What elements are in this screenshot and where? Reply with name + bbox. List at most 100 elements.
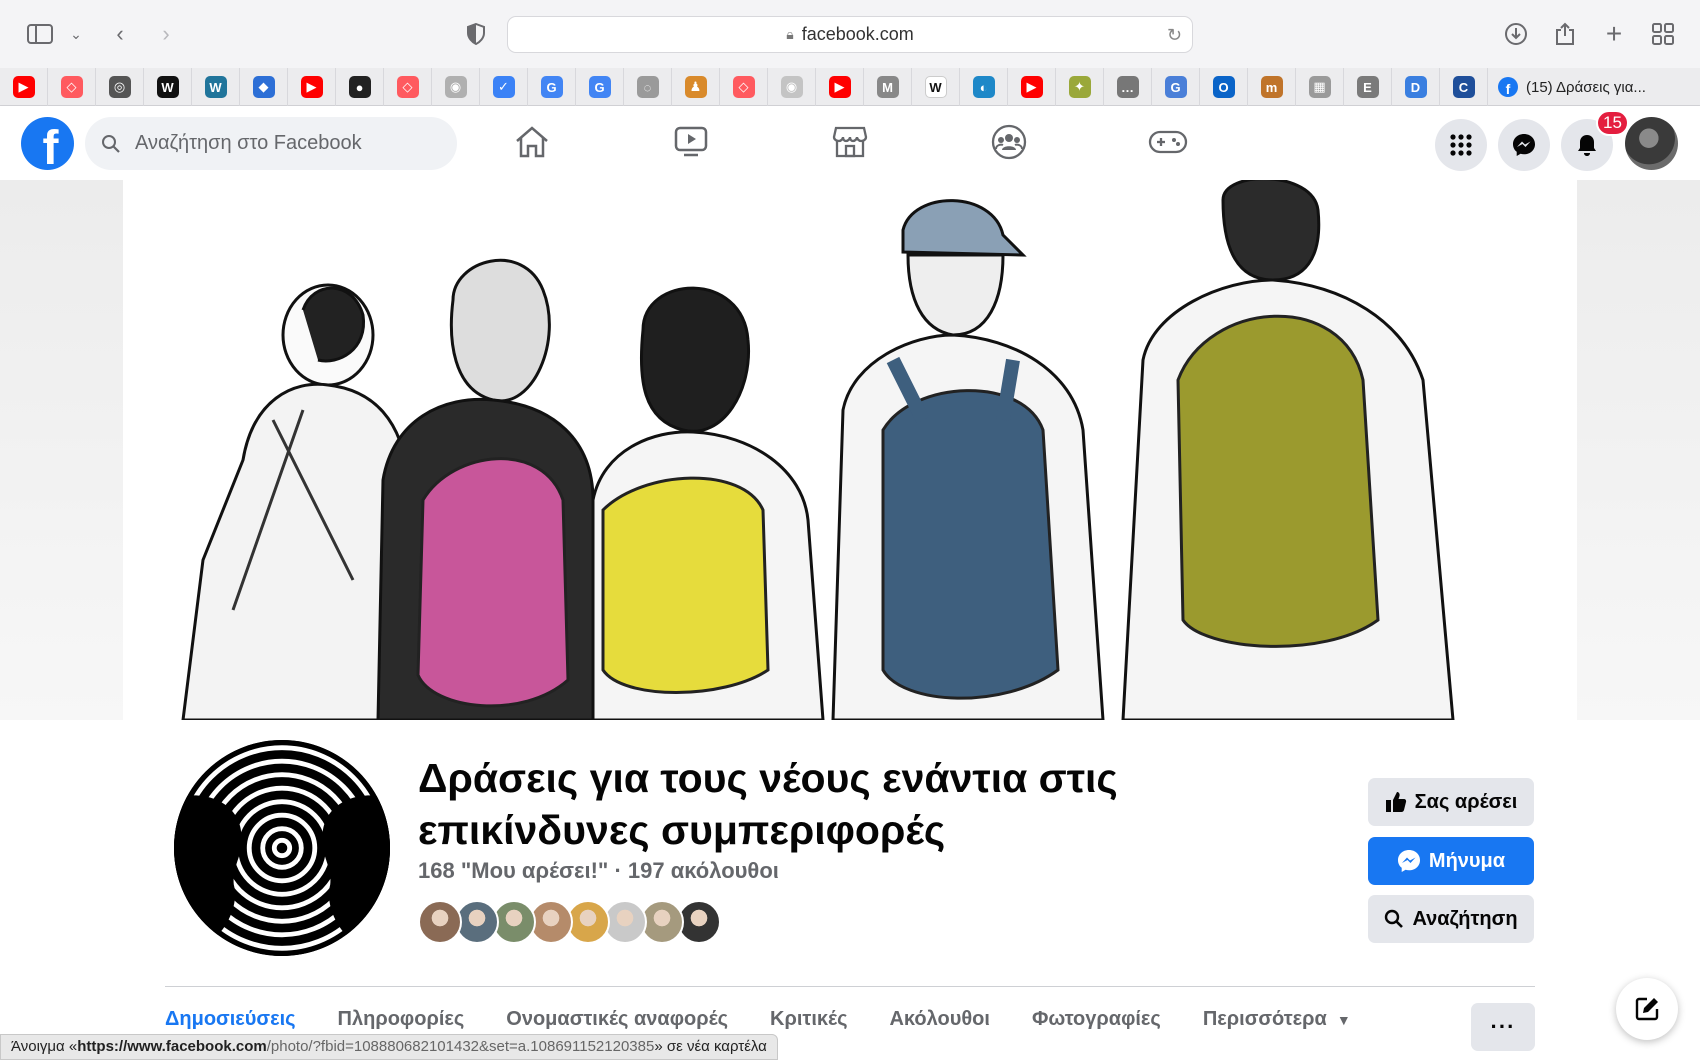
bookmark-item[interactable]: E [1344, 68, 1392, 106]
tab-item[interactable]: Φωτογραφίες [1032, 1008, 1161, 1048]
youtube-icon: ▶ [1020, 76, 1043, 98]
bookmark-item[interactable]: W [912, 68, 960, 106]
address-bar-url: facebook.com [801, 24, 914, 44]
facebook-logo-icon[interactable]: f [21, 117, 74, 170]
groups-icon[interactable] [987, 122, 1031, 162]
chevron-down-icon[interactable]: ⌄ [60, 18, 92, 50]
tab-label: Πληροφορίες [337, 1008, 465, 1030]
link-status-bar: Άνοιγμα «https://www.facebook.com/photo/… [0, 1034, 778, 1060]
tab-facebook-page[interactable]: f (15) Δράσεις για... [1498, 68, 1700, 106]
bookmark-item[interactable]: ▦ [1296, 68, 1344, 106]
tab-title: (15) Δράσεις για... [1526, 78, 1646, 96]
new-tab-icon[interactable]: + [1598, 18, 1630, 50]
gaming-icon[interactable] [1146, 122, 1190, 162]
thumbs-up-icon [1385, 791, 1407, 813]
bookmark-item[interactable]: M [864, 68, 912, 106]
tab-overview-icon[interactable] [1647, 18, 1679, 50]
messenger-button[interactable] [1498, 119, 1550, 171]
bookmark-item[interactable]: D [1392, 68, 1440, 106]
address-bar[interactable]: 🔒︎ facebook.com ↻ [507, 16, 1193, 53]
menu-grid-button[interactable] [1435, 119, 1487, 171]
bookmark-item[interactable]: ◎ [96, 68, 144, 106]
tab-label: Ακόλουθοι [889, 1008, 990, 1030]
account-avatar[interactable] [1625, 117, 1678, 170]
bookmark-item[interactable]: O [1200, 68, 1248, 106]
bookmark-item[interactable]: C [1440, 68, 1488, 106]
messenger-icon [1513, 134, 1535, 156]
bookmark-item[interactable]: ◇ [720, 68, 768, 106]
tab-item[interactable]: Ακόλουθοι [889, 1008, 989, 1048]
bookmark-item[interactable]: G [576, 68, 624, 106]
map-pin-icon: ◆ [252, 76, 275, 98]
share-icon[interactable] [1549, 18, 1581, 50]
new-message-button[interactable] [1616, 978, 1678, 1040]
youtube-icon: ▶ [828, 76, 851, 98]
bookmark-item[interactable]: ◇ [384, 68, 432, 106]
search-icon [102, 134, 120, 153]
home-icon[interactable] [510, 122, 554, 162]
page-profile-picture[interactable] [170, 736, 394, 960]
watch-video-icon[interactable] [669, 122, 713, 162]
bookmark-item[interactable]: ▶ [816, 68, 864, 106]
compose-icon [1635, 997, 1659, 1021]
notification-count-badge: 15 [1596, 110, 1629, 136]
back-icon[interactable]: ‹ [104, 18, 136, 50]
pinterest-icon: ◌ [636, 76, 659, 98]
youtube-icon: ▶ [12, 76, 35, 98]
download-icon[interactable] [1500, 18, 1532, 50]
message-button[interactable]: Μήνυμα [1368, 837, 1534, 885]
facebook-search-input[interactable]: Αναζήτηση στο Facebook [85, 117, 457, 170]
facebook-header: f Αναζήτηση στο Facebook [0, 106, 1700, 180]
shield-icon[interactable] [460, 18, 492, 50]
facebook-favicon-icon: f [1498, 77, 1518, 97]
friend-avatar[interactable] [418, 900, 462, 944]
seal-icon: ◉ [444, 76, 467, 98]
bookmark-item[interactable]: ✦ [1056, 68, 1104, 106]
page-stats[interactable]: 168 "Μου αρέσει!" · 197 ακόλουθοι [418, 858, 779, 884]
bookmark-item[interactable]: ◌ [624, 68, 672, 106]
bookmark-item[interactable]: ◉ [768, 68, 816, 106]
like-page-button[interactable]: Σας αρέσει [1368, 778, 1534, 826]
sidebar-toggle-icon[interactable] [24, 18, 56, 50]
bookmark-item[interactable]: ● [336, 68, 384, 106]
tabs-divider [165, 986, 1535, 987]
status-url-path: /photo/?fbid=108880682101432&set=a.10869… [266, 1038, 655, 1055]
like-button-label: Σας αρέσει [1414, 790, 1518, 813]
bookmark-item[interactable]: ▶ [1008, 68, 1056, 106]
bookmark-item[interactable]: m [1248, 68, 1296, 106]
bookmark-item[interactable]: ♟ [672, 68, 720, 106]
bookmark-item[interactable]: W [192, 68, 240, 106]
bookmark-item[interactable]: ◉ [432, 68, 480, 106]
bookmark-item[interactable]: ◆ [240, 68, 288, 106]
cdc-icon: C [1452, 76, 1475, 98]
bookmark-item[interactable]: ◐ [960, 68, 1008, 106]
bookmark-item[interactable]: ◇ [48, 68, 96, 106]
checkbox-icon: ✓ [492, 76, 515, 98]
tab-item[interactable]: Κριτικές [770, 1008, 847, 1048]
forward-icon[interactable]: › [150, 18, 182, 50]
globe-dark-icon: ● [348, 76, 371, 98]
friend-avatars[interactable] [418, 900, 721, 944]
spiral-silhouette-image [174, 740, 390, 956]
leaf-icon: ✦ [1068, 76, 1091, 98]
bookmark-item[interactable]: ▶ [0, 68, 48, 106]
bookmark-item[interactable]: G [1152, 68, 1200, 106]
page-search-button[interactable]: Αναζήτηση [1368, 895, 1534, 943]
bookmark-item[interactable]: W [144, 68, 192, 106]
grid-icon [1450, 134, 1472, 156]
e-icon: E [1356, 76, 1379, 98]
bookmark-item[interactable]: ▶ [288, 68, 336, 106]
bookmarks-bar: ▶ ◇ ◎ W W ◆ ▶ ● ◇ ◉ ✓ G G ◌ ♟ ◇ ◉ ▶ M W ◐ ▶ ✦ … G Om ▦ E D C f (15) Δ… [0, 68, 1700, 106]
tab-item[interactable]: Περισσότερα ▼ [1203, 1008, 1351, 1048]
youtube-icon: ▶ [300, 76, 323, 98]
tab-label: Περισσότερα [1202, 1008, 1327, 1030]
marketplace-icon[interactable] [828, 122, 872, 162]
bookmark-item[interactable]: G [528, 68, 576, 106]
bookmark-item[interactable]: ✓ [480, 68, 528, 106]
reload-icon[interactable]: ↻ [1167, 25, 1182, 46]
more-options-button[interactable]: ··· [1471, 1003, 1535, 1051]
cover-illustration [123, 180, 1577, 720]
cover-photo[interactable] [123, 180, 1577, 720]
cover-left-shade [0, 180, 123, 720]
bookmark-item[interactable]: … [1104, 68, 1152, 106]
